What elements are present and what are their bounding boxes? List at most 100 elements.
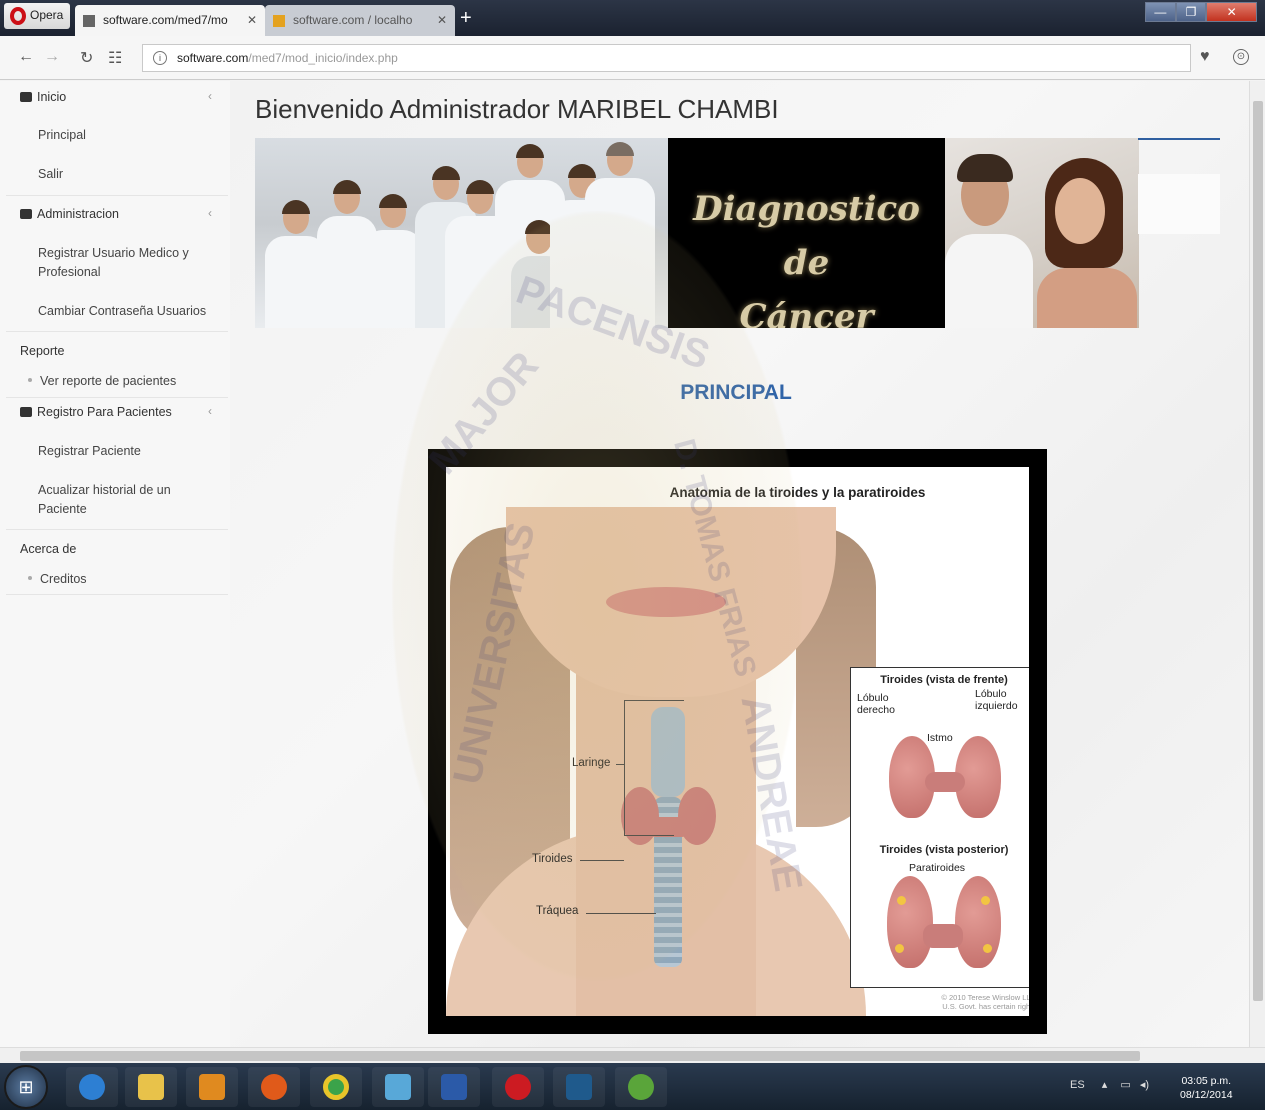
leader-line [616,764,624,765]
taskbar-app[interactable] [372,1067,424,1107]
taskbar-opera[interactable] [492,1067,544,1107]
sidebar-section-inicio[interactable]: Inicio [20,90,66,104]
anatomy-title: Anatomia de la tiroides y la paratiroide… [669,485,926,500]
anatomy-illustration: Anatomia de la tiroides y la paratiroide… [446,467,1029,1016]
label-lobulo-derecho: Lóbulo derecho [857,692,895,716]
address-bar[interactable]: i software.com/med7/mod_inicio/index.php [142,44,1191,72]
sidebar-item-creditos[interactable]: Creditos [28,572,87,586]
taskbar-dreamweaver[interactable] [615,1067,667,1107]
taskbar-firefox[interactable] [248,1067,300,1107]
sidebar-section-acerca-de[interactable]: Acerca de [20,542,76,556]
banner-title-line1: Diagnostico de [693,189,920,283]
taskbar-word[interactable] [428,1067,480,1107]
bookmark-heart-icon[interactable]: ♥ [1200,48,1210,66]
tab-inactive[interactable]: software.com / localho ✕ [265,5,455,36]
thyroid-inset-panel: Tiroides (vista de frente) Lóbulo derech… [850,667,1029,988]
hair-shape [333,180,361,194]
section-title: PRINCIPAL [680,381,792,404]
taskbar-chrome[interactable] [310,1067,362,1107]
copyright-line: U.S. Govt. has certain rights [942,1002,1029,1011]
banner-title: Diagnostico de Cáncer Tiroideo [668,138,945,328]
patient-body [1037,268,1137,328]
browser-navbar: ← → ↻ ☷ i software.com/med7/mod_inicio/i… [0,36,1265,80]
home-icon [20,92,32,102]
tab-title: software.com / localho [293,13,413,27]
scrollbar-thumb[interactable] [20,1051,1140,1061]
sidebar-section-reporte[interactable]: Reporte [20,344,64,358]
hair-shape [282,200,310,214]
system-clock[interactable]: 03:05 p.m. 08/12/2014 [1180,1074,1233,1102]
clock-date: 08/12/2014 [1180,1089,1233,1101]
minimize-icon[interactable]: — [1145,2,1176,22]
leader-line [624,835,674,836]
tab-close-icon[interactable]: ✕ [437,13,447,27]
reload-icon[interactable]: ↻ [80,48,93,68]
tray-arrow-icon[interactable]: ▴ [1102,1079,1108,1091]
taskbar-ie[interactable] [66,1067,118,1107]
tab-active[interactable]: software.com/med7/mo ✕ [75,5,265,36]
divider [6,594,228,595]
new-tab-button[interactable]: + [460,8,472,28]
sidebar-item-cambiar-contrasena[interactable]: Cambiar Contraseña Usuarios [38,302,218,321]
dashboard-icon [20,209,32,219]
close-window-icon[interactable]: ✕ [1206,2,1258,22]
taskbar-explorer[interactable] [125,1067,177,1107]
site-info-icon[interactable]: i [153,51,167,65]
leader-line [624,700,684,701]
inset-front-title: Tiroides (vista de frente) [880,674,1008,686]
scrollbar-thumb[interactable] [1253,101,1263,1001]
sidebar-item-label: Ver reporte de pacientes [40,374,177,388]
hair-shape [606,142,634,156]
divider [6,529,228,530]
label-traquea: Tráquea [536,905,579,917]
start-button[interactable]: ⊞ [4,1065,48,1109]
sidebar-item-principal[interactable]: Principal [38,126,218,145]
download-icon[interactable]: ⊙ [1233,49,1249,65]
doctor-coat [945,234,1033,328]
sidebar-item-registrar-paciente[interactable]: Registrar Paciente [38,442,218,461]
taskbar-photoshop[interactable] [553,1067,605,1107]
chevron-left-icon[interactable]: ‹ [208,206,212,220]
tab-close-icon[interactable]: ✕ [247,13,257,27]
forward-arrow-icon[interactable]: → [44,48,60,66]
media-player-icon [199,1074,225,1100]
copyright-line: © 2010 Terese Winslow LLC [941,993,1029,1002]
divider [6,331,228,332]
divider [6,397,228,398]
parathyroid-gland [981,896,990,905]
sidebar-section-registro-pacientes[interactable]: Registro Para Pacientes [20,405,172,419]
back-arrow-icon[interactable]: ← [18,48,34,66]
language-indicator[interactable]: ES [1070,1079,1085,1091]
vertical-scrollbar[interactable] [1249,81,1265,1047]
chevron-left-icon[interactable]: ‹ [208,89,212,103]
leader-line [580,860,624,861]
network-icon[interactable]: ▭ [1120,1079,1130,1091]
parathyroid-gland [895,944,904,953]
volume-icon[interactable]: ◂) [1140,1079,1149,1091]
sidebar-section-administracion[interactable]: Administracion [20,207,119,221]
horizontal-scrollbar[interactable] [0,1047,1265,1063]
browser-titlebar: Opera software.com/med7/mo ✕ software.co… [0,0,1265,36]
maximize-icon[interactable]: ❐ [1175,2,1207,22]
taskbar-media[interactable] [186,1067,238,1107]
lips-shape [606,587,726,617]
sidebar-section-label: Administracion [37,207,119,221]
page-favicon-icon [83,15,95,27]
opera-menu-button[interactable]: Opera [4,3,70,29]
chevron-left-icon[interactable]: ‹ [208,404,212,418]
sidebar-item-actualizar-historial[interactable]: Acualizar historial de un Paciente [38,481,218,519]
banner-title-line2: Cáncer Tiroideo [739,297,874,328]
sidebar-item-salir[interactable]: Salir [38,165,218,184]
clock-time: 03:05 p.m. [1181,1075,1232,1087]
app-icon [385,1074,411,1100]
firefox-icon [261,1074,287,1100]
person-figure [585,142,655,328]
opera-logo-icon [10,7,26,25]
leader-line [586,913,656,914]
sidebar-item-ver-reporte[interactable]: Ver reporte de pacientes [28,374,176,388]
label-tiroides: Tiroides [532,853,573,865]
internet-explorer-icon [79,1074,105,1100]
sidebar-item-registrar-usuario[interactable]: Registrar Usuario Medico y Profesional [38,244,218,282]
inset-back-title: Tiroides (vista posterior) [879,844,1009,856]
speed-dial-icon[interactable]: ☷ [108,48,122,68]
